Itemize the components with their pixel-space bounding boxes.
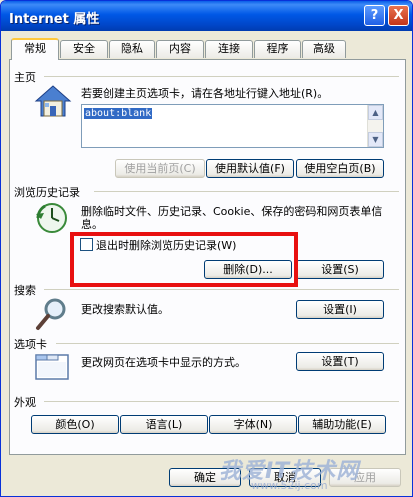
use-blank-button[interactable]: 使用空白页(B) xyxy=(296,159,384,178)
watermark-url: www.52ij.com xyxy=(251,479,328,492)
house-icon xyxy=(34,85,72,117)
homepage-address-textarea[interactable]: about:blank ▲ ▼ xyxy=(81,104,384,148)
homepage-description: 若要创建主页选项卡，请在各地址行键入地址(R)。 xyxy=(81,87,329,100)
tabbed-window-icon xyxy=(35,354,69,380)
fonts-button[interactable]: 字体(N) xyxy=(209,415,297,434)
history-clock-icon xyxy=(36,203,67,233)
tabs-section-title: 选项卡 xyxy=(14,338,47,351)
appearance-separator xyxy=(44,401,399,402)
history-description: 删除临时文件、历史记录、Cookie、保存的密码和网页表单信息。 xyxy=(81,205,383,231)
tab-content[interactable]: 内容 xyxy=(156,40,204,58)
search-description: 更改搜索默认值。 xyxy=(81,303,169,316)
tab-security[interactable]: 安全 xyxy=(60,40,108,58)
use-current-button[interactable]: 使用当前页(C) xyxy=(115,159,205,178)
tabs-description: 更改网页在选项卡中显示的方式。 xyxy=(81,356,246,369)
use-default-button[interactable]: 使用默认值(F) xyxy=(206,159,294,178)
colors-button[interactable]: 颜色(O) xyxy=(31,415,119,434)
homepage-address-value: about:blank xyxy=(84,108,153,119)
scroll-down-icon[interactable]: ▼ xyxy=(368,132,383,147)
homepage-section-title: 主页 xyxy=(14,71,36,84)
appearance-section-title: 外观 xyxy=(14,396,36,409)
accessibility-button[interactable]: 辅助功能(E) xyxy=(298,415,386,434)
tab-connections[interactable]: 连接 xyxy=(205,40,253,58)
search-settings-button[interactable]: 设置(I) xyxy=(296,300,384,319)
help-button[interactable]: ? xyxy=(364,5,385,26)
tab-advanced[interactable]: 高级 xyxy=(302,40,346,58)
search-separator xyxy=(44,289,399,290)
homepage-separator xyxy=(44,76,399,77)
search-section-title: 搜索 xyxy=(14,284,36,297)
tab-privacy[interactable]: 隐私 xyxy=(109,40,155,58)
history-section-title: 浏览历史记录 xyxy=(14,186,80,199)
close-button[interactable]: X xyxy=(388,5,409,26)
highlight-annotation-box xyxy=(70,232,298,287)
tab-programs[interactable]: 程序 xyxy=(254,40,301,58)
internet-options-window: Internet 属性 ? X 常规 安全 隐私 内容 连接 程序 高级 主页 … xyxy=(0,0,413,497)
magnifier-icon xyxy=(36,298,66,330)
homepage-scrollbar[interactable]: ▲ ▼ xyxy=(367,105,383,147)
window-title: Internet 属性 xyxy=(9,12,100,27)
tabs-separator xyxy=(56,343,399,344)
tabs-settings-button[interactable]: 设置(T) xyxy=(296,352,384,371)
languages-button[interactable]: 语言(L) xyxy=(120,415,208,434)
tab-general[interactable]: 常规 xyxy=(11,38,59,60)
scroll-up-icon[interactable]: ▲ xyxy=(368,105,383,120)
history-separator xyxy=(94,191,399,192)
title-bar[interactable]: Internet 属性 ? X xyxy=(1,1,412,31)
history-settings-button[interactable]: 设置(S) xyxy=(296,260,384,279)
